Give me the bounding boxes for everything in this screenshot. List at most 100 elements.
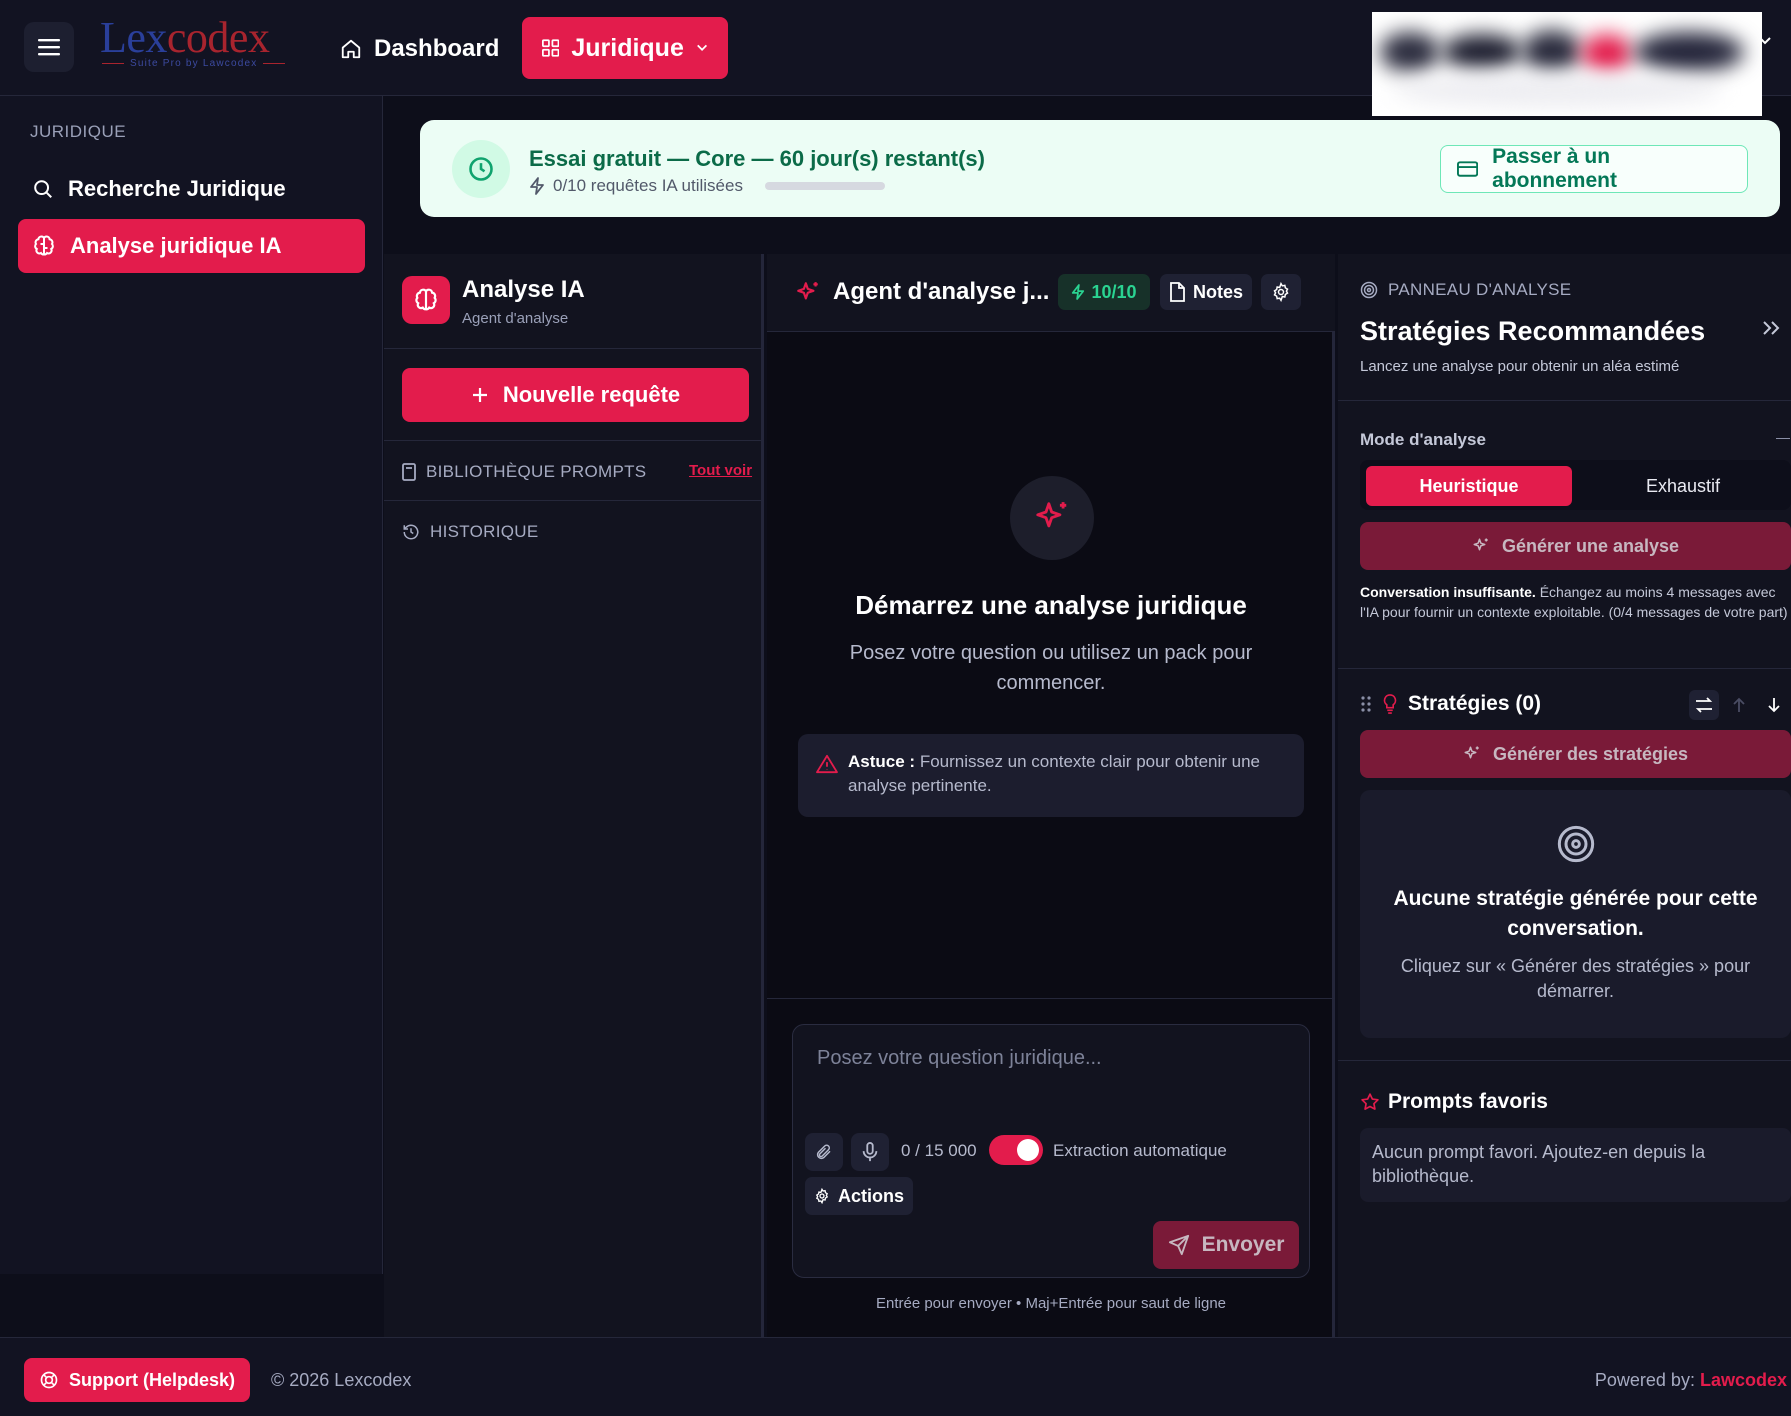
nav-juridique-dropdown[interactable]: Juridique — [522, 17, 728, 79]
strategy-panel: PANNEAU D'ANALYSE Stratégies Recommandée… — [1338, 254, 1791, 1337]
sidebar-item-recherche-juridique[interactable]: Recherche Juridique — [18, 162, 365, 216]
star-icon — [1361, 1093, 1379, 1110]
chat-settings-button[interactable] — [1261, 274, 1301, 310]
generate-strategies-button[interactable]: Générer des stratégies — [1360, 730, 1791, 778]
character-count: 0 / 15 000 — [901, 1141, 977, 1160]
eyebrow-label: PANNEAU D'ANALYSE — [1388, 280, 1572, 299]
trial-banner: Essai gratuit — Core — 60 jour(s) restan… — [420, 120, 1780, 217]
sidebar-item-label: Analyse juridique IA — [70, 233, 282, 258]
grid-icon — [542, 39, 560, 57]
drag-handle-icon[interactable] — [1360, 695, 1372, 713]
top-header: Lexcodex Suite Pro by Lawcodex Dashboard… — [0, 0, 1791, 116]
search-icon — [34, 180, 52, 198]
gear-icon — [815, 1188, 829, 1204]
generate-strategies-label: Générer des stratégies — [1492, 743, 1689, 764]
trial-usage-text: 0/10 requêtes IA utilisées — [553, 176, 743, 195]
sparkles-icon — [1010, 476, 1094, 560]
prompt-library-header[interactable]: BIBLIOTHÈQUE PROMPTS — [402, 462, 646, 482]
see-all-link[interactable]: Tout voir — [689, 462, 752, 479]
book-icon — [402, 463, 416, 481]
nav-dashboard-label: Dashboard — [374, 35, 500, 62]
upgrade-subscription-button[interactable]: Passer à un abonnement — [1440, 145, 1748, 193]
keyboard-hint: Entrée pour envoyer • Maj+Entrée pour sa… — [875, 1295, 1227, 1312]
swap-icon — [1695, 697, 1713, 713]
swap-order-button[interactable] — [1689, 690, 1719, 720]
hamburger-icon — [38, 39, 60, 56]
microphone-button[interactable] — [851, 1133, 889, 1171]
chat-title: Agent d'analyse j... — [833, 278, 1050, 305]
powered-by: Powered by: Lawcodex — [1594, 1370, 1787, 1390]
bolt-icon — [1072, 284, 1085, 300]
sparkles-icon — [797, 282, 818, 300]
plus-icon — [472, 388, 487, 402]
tip-callout: Astuce : Fournissez un contexte clair po… — [798, 734, 1304, 817]
credits-value: 10/10 — [1091, 281, 1137, 302]
send-label: Envoyer — [1201, 1233, 1285, 1256]
support-helpdesk-button[interactable]: Support (Helpdesk) — [24, 1358, 250, 1402]
new-request-button[interactable]: Nouvelle requête — [402, 368, 749, 422]
gear-icon — [1273, 282, 1289, 302]
tip-label: Astuce : — [848, 752, 916, 771]
attach-button[interactable] — [805, 1133, 843, 1171]
favorite-prompts-header: Prompts favoris — [1360, 1090, 1548, 1114]
favorite-prompts-title: Prompts favoris — [1388, 1090, 1548, 1113]
trial-usage: 0/10 requêtes IA utilisées — [529, 176, 885, 196]
move-down-button[interactable] — [1759, 690, 1789, 720]
sparkles-icon — [1473, 538, 1488, 551]
chevron-down-icon — [696, 44, 707, 51]
actions-button[interactable]: Actions — [805, 1177, 913, 1215]
sidebar-item-label: Recherche Juridique — [68, 176, 286, 201]
strategies-header: Stratégies (0) — [1360, 692, 1541, 716]
analysis-mode-selector: Heuristique Exhaustif — [1360, 460, 1791, 510]
sidebar-item-analyse-juridique-ia[interactable]: Analyse juridique IA — [18, 219, 365, 273]
mode-exhaustif-option[interactable]: Exhaustif — [1580, 466, 1786, 506]
question-input[interactable]: Posez votre question juridique... — [817, 1047, 1102, 1070]
empty-state-subtitle: Posez votre question ou utilisez un pack… — [849, 642, 1253, 694]
history-icon — [403, 524, 419, 540]
home-icon — [341, 39, 361, 59]
send-icon — [1168, 1234, 1189, 1256]
sidebar-footer-area — [0, 1275, 383, 1337]
chat-header: Agent d'analyse j... 10/10 Notes — [767, 254, 1335, 332]
favorite-prompts-empty: Aucun prompt favori. Ajoutez-en depuis l… — [1360, 1128, 1791, 1202]
history-label: HISTORIQUE — [430, 522, 539, 541]
microphone-icon — [862, 1142, 878, 1162]
actions-label: Actions — [837, 1185, 904, 1206]
empty-state-title: Démarrez une analyse juridique — [855, 590, 1247, 620]
chevrons-right-icon[interactable] — [1762, 320, 1780, 336]
generate-analysis-button[interactable]: Générer une analyse — [1360, 522, 1791, 570]
move-up-button[interactable] — [1724, 690, 1754, 720]
lightbulb-icon — [1383, 694, 1397, 714]
strategies-empty-title: Aucune stratégie générée pour cette conv… — [1393, 887, 1758, 940]
notes-button[interactable]: Notes — [1160, 274, 1252, 310]
sidebar: JURIDIQUE Recherche Juridique Analyse ju… — [0, 96, 383, 1274]
arrow-down-icon — [1768, 698, 1780, 713]
menu-toggle-button[interactable] — [24, 22, 74, 72]
document-icon — [1170, 282, 1185, 302]
sidebar-section-title: JURIDIQUE — [30, 122, 127, 141]
user-chevron-down-icon[interactable] — [1758, 36, 1772, 46]
trial-usage-progress — [764, 182, 885, 190]
target-icon — [1360, 281, 1378, 299]
analysis-panel: Analyse IA Agent d'analyse Nouvelle requ… — [384, 254, 764, 1337]
new-request-label: Nouvelle requête — [502, 382, 681, 407]
copyright: © 2026 Lexcodex — [271, 1370, 412, 1390]
notes-label: Notes — [1192, 281, 1243, 302]
warning-icon — [816, 754, 838, 774]
brain-icon — [34, 235, 54, 256]
credit-card-icon — [1457, 161, 1479, 177]
logo[interactable]: Lexcodex Suite Pro by Lawcodex — [100, 14, 300, 76]
strategies-title: Stratégies (0) — [1408, 692, 1542, 715]
support-label: Support (Helpdesk) — [68, 1369, 235, 1390]
analysis-panel-title: Analyse IA — [462, 276, 585, 303]
mode-heuristique-option[interactable]: Heuristique — [1366, 466, 1572, 506]
powered-by-brand-link[interactable]: Lawcodex — [1700, 1370, 1787, 1390]
send-button[interactable]: Envoyer — [1153, 1221, 1299, 1269]
strategies-empty-state: Aucune stratégie générée pour cette conv… — [1360, 790, 1791, 1038]
analysis-mode-label: Mode d'analyse — [1360, 430, 1486, 449]
paperclip-icon — [816, 1144, 831, 1160]
user-menu-blurred[interactable] — [1372, 12, 1762, 116]
auto-extract-toggle[interactable] — [989, 1135, 1043, 1165]
history-header[interactable]: HISTORIQUE — [402, 522, 538, 542]
nav-dashboard[interactable]: Dashboard — [336, 24, 503, 74]
